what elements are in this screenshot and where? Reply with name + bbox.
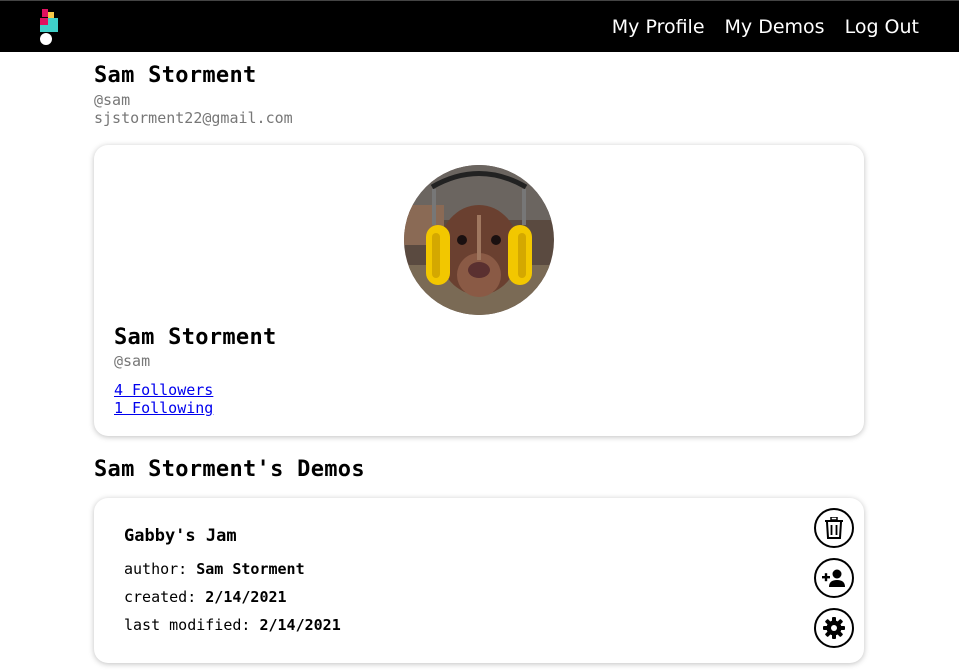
demo-author-label: author:	[124, 560, 188, 578]
demo-created: created: 2/14/2021	[124, 588, 287, 606]
nav-log-out[interactable]: Log Out	[845, 16, 919, 38]
header-handle: @sam	[94, 91, 131, 109]
demo-created-value: 2/14/2021	[205, 588, 287, 606]
demo-author: author: Sam Storment	[124, 560, 305, 578]
logo-icon[interactable]	[40, 9, 60, 45]
delete-button[interactable]	[814, 508, 854, 548]
add-collaborator-button[interactable]	[814, 558, 854, 598]
page-title: Sam Storment	[94, 63, 257, 88]
profile-name: Sam Storment	[114, 325, 277, 350]
dog-photo-image	[404, 165, 554, 315]
followers-link[interactable]: 4 Followers	[114, 381, 213, 399]
gear-icon	[823, 617, 845, 639]
demo-actions	[814, 508, 854, 648]
avatar	[404, 165, 554, 315]
profile-card: Sam Storment @sam 4 Followers 1 Followin…	[94, 145, 864, 436]
settings-button[interactable]	[814, 608, 854, 648]
demo-modified-value: 2/14/2021	[259, 616, 341, 634]
profile-header: Sam Storment @sam sjstorment22@gmail.com	[94, 61, 293, 127]
demo-modified: last modified: 2/14/2021	[124, 616, 341, 634]
nav-my-demos[interactable]: My Demos	[725, 16, 825, 38]
follow-links: 4 Followers 1 Following	[114, 381, 213, 417]
header-email: sjstorment22@gmail.com	[94, 109, 293, 127]
demo-created-label: created:	[124, 588, 197, 606]
demo-card[interactable]: Gabby's Jam author: Sam Storment created…	[94, 498, 864, 663]
navbar: My Profile My Demos Log Out	[0, 0, 959, 52]
demos-section-title: Sam Storment's Demos	[94, 457, 365, 482]
demo-modified-label: last modified:	[124, 616, 251, 634]
nav-my-profile[interactable]: My Profile	[612, 16, 705, 38]
nav-links: My Profile My Demos Log Out	[612, 1, 919, 53]
demo-title[interactable]: Gabby's Jam	[124, 526, 237, 546]
profile-handle: @sam	[114, 352, 151, 370]
following-link[interactable]: 1 Following	[114, 399, 213, 417]
add-person-icon	[822, 569, 845, 587]
trash-icon	[825, 517, 843, 539]
demo-author-value: Sam Storment	[196, 560, 305, 578]
